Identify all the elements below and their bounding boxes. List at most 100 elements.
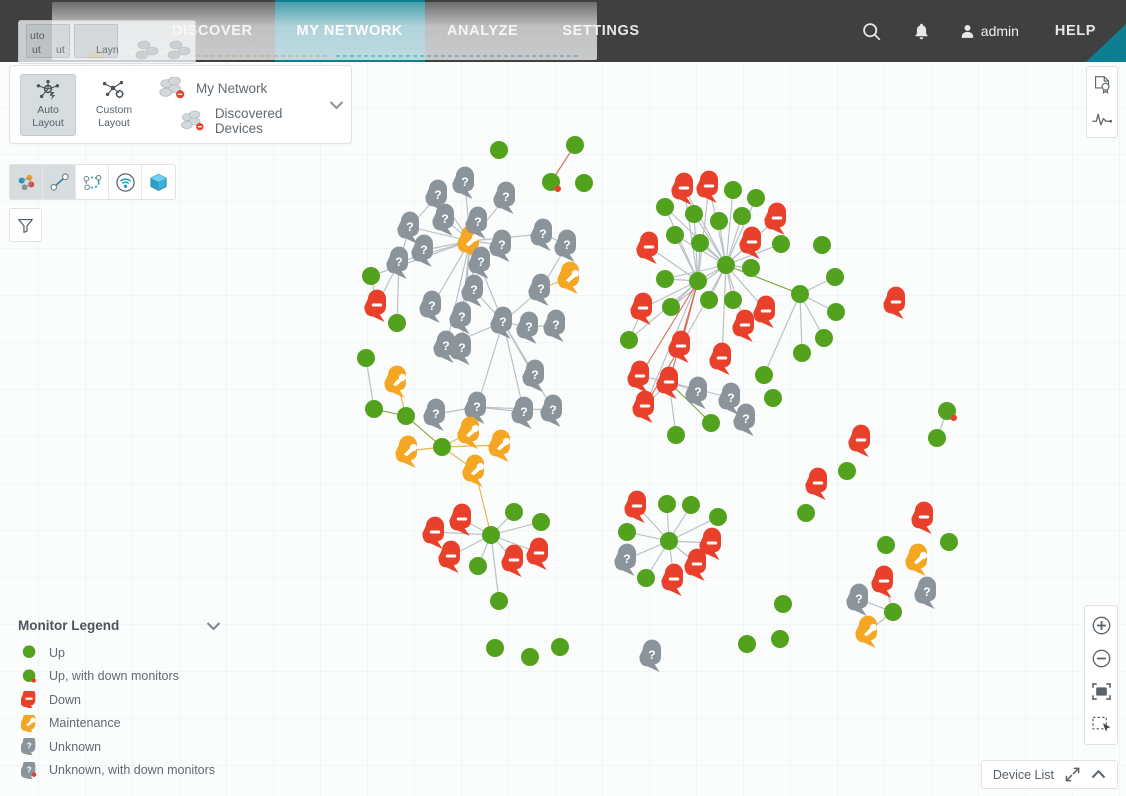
topology-node[interactable] bbox=[682, 496, 700, 514]
network-tree-item-discovered-devices[interactable]: Discovered Devices bbox=[158, 105, 321, 138]
tab-settings[interactable]: SETTINGS bbox=[540, 0, 661, 62]
topology-node[interactable] bbox=[928, 429, 946, 447]
topology-node[interactable]: ? bbox=[718, 382, 740, 415]
topology-node[interactable] bbox=[469, 557, 487, 575]
topology-node[interactable] bbox=[793, 344, 811, 362]
topology-node[interactable] bbox=[702, 414, 720, 432]
topology-node[interactable] bbox=[747, 189, 765, 207]
bell-icon[interactable] bbox=[899, 0, 945, 62]
topology-node[interactable] bbox=[938, 402, 957, 421]
topology-node[interactable] bbox=[566, 136, 584, 154]
topology-node[interactable] bbox=[871, 565, 893, 598]
topology-node[interactable] bbox=[813, 236, 831, 254]
topology-node[interactable] bbox=[637, 569, 655, 587]
license-report-button[interactable] bbox=[1087, 67, 1117, 102]
zoom-out-button[interactable] bbox=[1085, 642, 1117, 675]
topology-node[interactable] bbox=[542, 173, 561, 192]
topology-node[interactable]: ? bbox=[543, 309, 565, 342]
topology-node[interactable]: ? bbox=[639, 639, 661, 672]
topology-node[interactable] bbox=[660, 532, 678, 550]
search-icon[interactable] bbox=[849, 0, 895, 62]
topology-node[interactable] bbox=[521, 648, 539, 666]
topology-node[interactable] bbox=[618, 523, 636, 541]
topology-node[interactable] bbox=[658, 495, 676, 513]
topology-node[interactable]: ? bbox=[528, 273, 550, 306]
topology-node[interactable] bbox=[877, 536, 895, 554]
topology-node[interactable]: ? bbox=[522, 359, 544, 392]
topology-node[interactable]: ? bbox=[386, 246, 408, 279]
topology-node[interactable] bbox=[462, 454, 485, 487]
topology-node[interactable] bbox=[684, 548, 706, 581]
user-menu[interactable]: admin bbox=[949, 0, 1035, 62]
topology-node[interactable] bbox=[457, 416, 480, 449]
topology-node[interactable] bbox=[362, 267, 380, 285]
topology-node[interactable] bbox=[395, 435, 418, 468]
topology-node[interactable]: ? bbox=[733, 403, 755, 436]
topology-node[interactable] bbox=[422, 516, 444, 549]
topology-node[interactable] bbox=[733, 207, 751, 225]
topology-node[interactable] bbox=[505, 503, 523, 521]
topology-node[interactable]: ? bbox=[614, 543, 636, 576]
topology-node[interactable] bbox=[883, 286, 905, 319]
topology-node[interactable] bbox=[848, 424, 870, 457]
topology-node[interactable] bbox=[884, 603, 902, 621]
topology-node[interactable]: ? bbox=[432, 203, 454, 236]
topology-node[interactable] bbox=[551, 638, 569, 656]
topology-node[interactable] bbox=[732, 309, 754, 342]
topology-node[interactable] bbox=[797, 504, 815, 522]
topology-node[interactable] bbox=[624, 490, 646, 523]
fit-to-screen-button[interactable] bbox=[1085, 675, 1117, 708]
topology-node[interactable] bbox=[388, 314, 406, 332]
auto-layout-button[interactable]: Auto Layout bbox=[20, 73, 76, 136]
topology-node[interactable] bbox=[357, 349, 375, 367]
topology-node[interactable] bbox=[666, 226, 684, 244]
mode-path-view[interactable] bbox=[76, 165, 109, 199]
topology-node[interactable] bbox=[905, 543, 928, 576]
layout-toolbar-expand-button[interactable] bbox=[321, 100, 351, 110]
topology-node[interactable] bbox=[940, 533, 958, 551]
topology-node[interactable] bbox=[671, 172, 693, 205]
topology-node[interactable] bbox=[630, 292, 652, 325]
topology-node[interactable] bbox=[764, 389, 782, 407]
legend-item-up[interactable]: Up bbox=[8, 641, 233, 665]
tab-discover[interactable]: DISCOVER bbox=[150, 0, 275, 62]
chevron-down-icon[interactable] bbox=[206, 621, 221, 631]
topology-node[interactable] bbox=[771, 630, 789, 648]
topology-node[interactable]: ? bbox=[419, 290, 441, 323]
topology-node[interactable] bbox=[691, 234, 709, 252]
topology-node[interactable] bbox=[364, 289, 386, 322]
topology-node[interactable] bbox=[397, 407, 415, 425]
topology-node[interactable] bbox=[709, 508, 727, 526]
mode-wireless-view[interactable] bbox=[109, 165, 142, 199]
topology-node[interactable] bbox=[774, 595, 792, 613]
topology-node[interactable] bbox=[827, 303, 845, 321]
topology-node[interactable] bbox=[689, 272, 707, 290]
topology-node[interactable] bbox=[438, 540, 460, 573]
chevron-up-icon[interactable] bbox=[1091, 769, 1106, 780]
help-link[interactable]: HELP bbox=[1039, 0, 1112, 62]
legend-item-up-down-monitors[interactable]: Up, with down monitors bbox=[8, 665, 233, 689]
topology-node[interactable] bbox=[656, 270, 674, 288]
topology-node[interactable] bbox=[855, 615, 878, 648]
topology-node[interactable]: ? bbox=[914, 576, 936, 609]
topology-node[interactable] bbox=[532, 513, 550, 531]
health-monitor-button[interactable] bbox=[1087, 102, 1117, 137]
topology-node[interactable] bbox=[838, 462, 856, 480]
topology-node[interactable] bbox=[486, 639, 504, 657]
mode-3d-view[interactable] bbox=[142, 165, 175, 199]
topology-node[interactable] bbox=[557, 261, 580, 294]
mode-device-view[interactable] bbox=[10, 165, 43, 199]
topology-node[interactable]: ? bbox=[449, 301, 471, 334]
network-tree-item-my-network[interactable]: My Network bbox=[158, 72, 321, 105]
topology-node[interactable] bbox=[717, 256, 735, 274]
topology-node[interactable] bbox=[656, 198, 674, 216]
topology-node[interactable] bbox=[627, 360, 649, 393]
topology-node[interactable] bbox=[365, 400, 383, 418]
topology-node[interactable] bbox=[636, 231, 658, 264]
monitor-legend-header[interactable]: Monitor Legend bbox=[8, 614, 233, 641]
topology-node[interactable] bbox=[384, 365, 407, 398]
mode-link-view[interactable] bbox=[43, 165, 76, 199]
topology-node[interactable] bbox=[738, 635, 756, 653]
topology-node[interactable] bbox=[724, 181, 742, 199]
topology-node[interactable] bbox=[526, 537, 548, 570]
